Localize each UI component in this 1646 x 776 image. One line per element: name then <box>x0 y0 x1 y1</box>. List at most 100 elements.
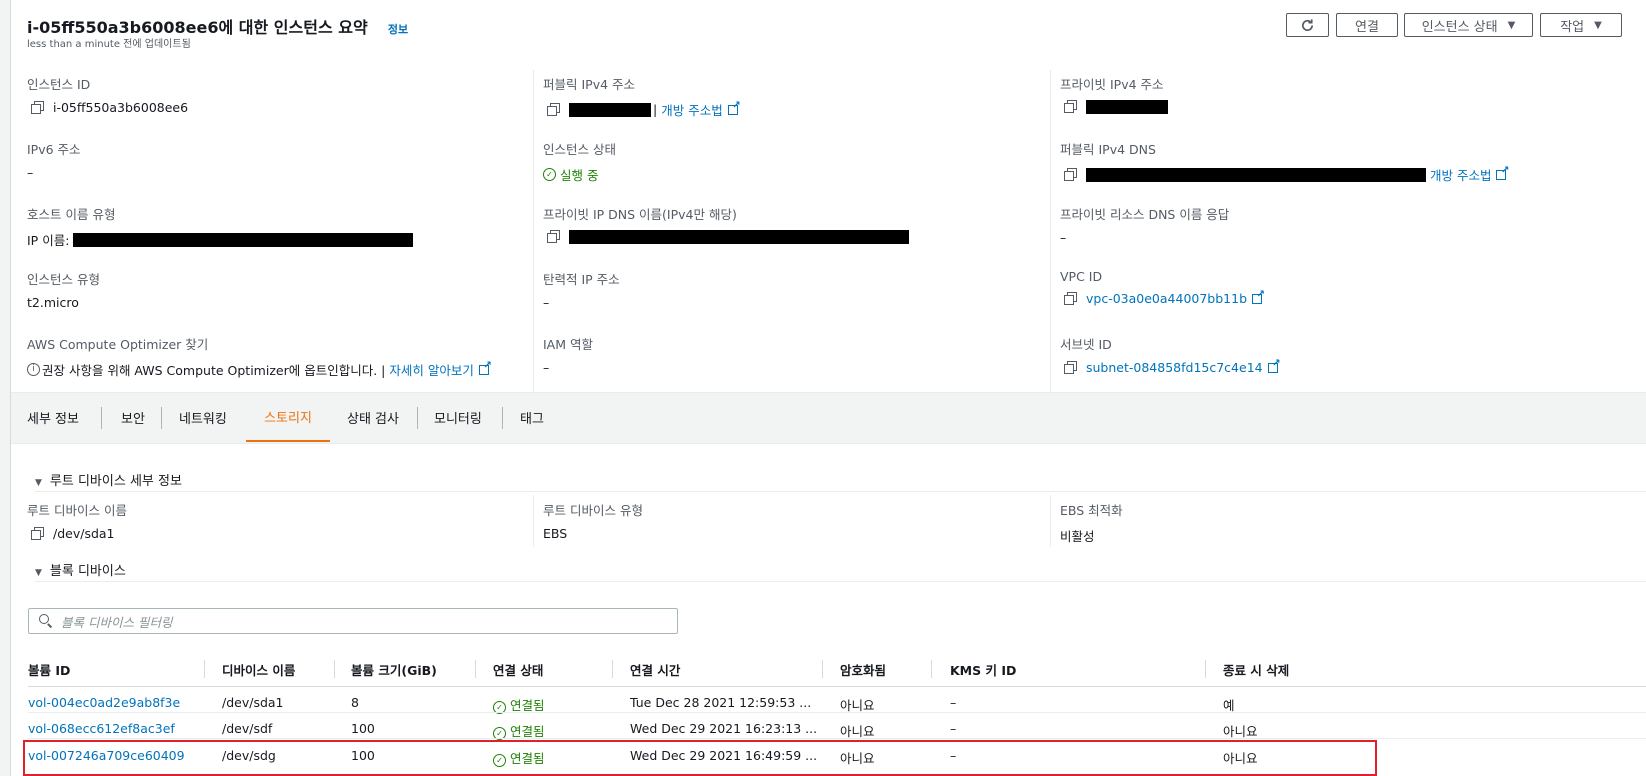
volume-size-cell: 8 <box>351 695 359 710</box>
column-divider <box>1050 70 1051 396</box>
caret-down-icon: ▼ <box>35 478 42 488</box>
volume-id-link[interactable]: vol-068ecc612ef8ac3ef <box>28 721 175 736</box>
col-header-delete-on-termination[interactable]: 종료 시 삭제 <box>1223 660 1289 679</box>
root-device-type-value: EBS <box>543 526 568 541</box>
field-vpc-id: VPC ID vpc-03a0e0a44007bb11b <box>1060 269 1265 306</box>
field-instance-type: 인스턴스 유형 t2.micro <box>27 269 100 310</box>
column-resizer[interactable] <box>1205 660 1206 678</box>
attach-time-cell: Wed Dec 29 2021 16:23:13 ... <box>630 721 818 736</box>
elastic-ip-value: – <box>543 295 550 310</box>
tab-tags[interactable]: 태그 <box>520 393 544 442</box>
block-devices-section-toggle[interactable]: ▼ 블록 디바이스 <box>35 560 126 579</box>
field-label: IPv6 주소 <box>27 142 81 157</box>
copy-icon[interactable] <box>31 526 45 541</box>
kms-key-cell: – <box>950 721 957 736</box>
subnet-id-link[interactable]: subnet-084858fd15c7c4e14 <box>1086 360 1263 375</box>
field-label: IAM 역할 <box>543 337 593 352</box>
field-iam-role: IAM 역할 – <box>543 334 593 375</box>
open-address-link[interactable]: 개방 주소법 <box>661 100 722 119</box>
copy-icon[interactable] <box>1064 167 1078 182</box>
actions-dropdown[interactable]: 작업 ▼ <box>1540 13 1622 37</box>
column-resizer[interactable] <box>475 660 476 678</box>
external-link-icon <box>727 100 741 115</box>
tab-details[interactable]: 세부 정보 <box>27 393 79 442</box>
divider <box>35 491 1646 492</box>
tab-divider <box>417 407 418 429</box>
section-title: 루트 디바이스 세부 정보 <box>49 474 182 489</box>
device-name-cell: /dev/sda1 <box>222 695 284 710</box>
col-header-volume-id[interactable]: 볼륨 ID <box>28 660 70 679</box>
copy-icon[interactable] <box>1064 360 1078 375</box>
field-private-resource-dns: 프라이빗 리소스 DNS 이름 응답 – <box>1060 204 1229 245</box>
field-compute-optimizer: AWS Compute Optimizer 찾기 i 권장 사항을 위해 AWS… <box>27 334 492 379</box>
field-label: 인스턴스 상태 <box>543 142 616 157</box>
redacted-block <box>569 102 651 117</box>
field-root-device-type: 루트 디바이스 유형 EBS <box>543 500 643 541</box>
device-name-cell: /dev/sdf <box>222 721 273 736</box>
copy-icon[interactable] <box>31 100 45 115</box>
redacted-block <box>73 232 414 247</box>
copy-icon[interactable] <box>1064 100 1078 114</box>
col-header-attach-time[interactable]: 연결 시간 <box>630 660 680 679</box>
column-resizer[interactable] <box>204 660 205 678</box>
tab-label: 상태 검사 <box>347 412 399 427</box>
refresh-icon <box>1302 18 1314 31</box>
col-header-attach-status[interactable]: 연결 상태 <box>493 660 543 679</box>
tab-label: 보안 <box>121 412 145 427</box>
field-label: 퍼블릭 IPv4 DNS <box>1060 142 1156 157</box>
col-header-encrypted[interactable]: 암호화됨 <box>840 660 886 679</box>
refresh-button[interactable] <box>1286 13 1329 37</box>
volume-id-link[interactable]: vol-004ec0ad2e9ab8f3e <box>28 695 180 710</box>
col-header-kms-key[interactable]: KMS 키 ID <box>950 660 1016 679</box>
column-resizer[interactable] <box>931 660 932 678</box>
instance-state-label: 인스턴스 상태 <box>1421 19 1498 35</box>
field-label: 프라이빗 리소스 DNS 이름 응답 <box>1060 207 1230 222</box>
field-label: EBS 최적화 <box>1060 503 1123 518</box>
learn-more-link[interactable]: 자세히 알아보기 <box>389 360 473 379</box>
tab-storage-active[interactable]: 스토리지 <box>246 393 330 442</box>
tab-status-checks[interactable]: 상태 검사 <box>347 393 399 442</box>
ip-name-prefix: IP 이름: <box>27 233 70 248</box>
connect-button-label: 연결 <box>1355 19 1379 35</box>
tab-divider <box>502 407 503 429</box>
tab-monitoring[interactable]: 모니터링 <box>434 393 482 442</box>
col-header-volume-size[interactable]: 볼륨 크기(GiB) <box>351 660 437 679</box>
info-link[interactable]: 정보 <box>388 23 408 36</box>
redacted-block <box>1086 167 1426 182</box>
column-resizer[interactable] <box>822 660 823 678</box>
column-divider <box>1050 495 1051 547</box>
optimizer-text: 권장 사항을 위해 AWS Compute Optimizer에 옵트인합니다.… <box>42 363 386 378</box>
external-link-icon <box>1267 358 1281 373</box>
copy-icon[interactable] <box>1064 291 1078 306</box>
caret-down-icon: ▼ <box>1594 19 1602 31</box>
external-link-icon <box>1252 289 1265 304</box>
last-updated-text: less than a minute 전에 업데이트됨 <box>27 39 191 50</box>
field-label: VPC ID <box>1060 269 1103 284</box>
copy-icon[interactable] <box>547 102 561 117</box>
vpc-id-link[interactable]: vpc-03a0e0a44007bb11b <box>1086 291 1247 306</box>
check-circle-icon: ✓ <box>543 168 556 181</box>
column-resizer[interactable] <box>334 660 335 678</box>
volume-size-cell: 100 <box>351 721 375 736</box>
instance-summary-panel: i-05ff550a3b6008ee6에 대한 인스턴스 요약 정보 less … <box>10 0 1646 776</box>
table-header-divider <box>28 686 1646 687</box>
copy-icon[interactable] <box>547 230 561 244</box>
instance-type-value: t2.micro <box>27 295 79 310</box>
column-resizer[interactable] <box>612 660 613 678</box>
tab-security[interactable]: 보안 <box>121 393 145 442</box>
field-label: 호스트 이름 유형 <box>27 207 116 222</box>
connect-button[interactable]: 연결 <box>1336 13 1398 37</box>
field-root-device-name: 루트 디바이스 이름 /dev/sda1 <box>27 500 127 541</box>
col-header-device-name[interactable]: 디바이스 이름 <box>222 660 295 679</box>
filter-placeholder: 블록 디바이스 필터링 <box>61 614 173 630</box>
tab-networking[interactable]: 네트워킹 <box>179 393 227 442</box>
info-icon: i <box>27 363 40 376</box>
root-device-name-value: /dev/sda1 <box>53 526 115 541</box>
instance-state-dropdown[interactable]: 인스턴스 상태 ▼ <box>1404 13 1533 37</box>
separator: | <box>653 102 658 117</box>
block-device-filter-input[interactable]: 블록 디바이스 필터링 <box>28 608 678 634</box>
external-link-icon <box>1496 165 1509 180</box>
tab-label: 태그 <box>520 412 544 427</box>
open-address-link[interactable]: 개방 주소법 <box>1430 165 1491 184</box>
root-device-section-toggle[interactable]: ▼ 루트 디바이스 세부 정보 <box>35 470 182 489</box>
